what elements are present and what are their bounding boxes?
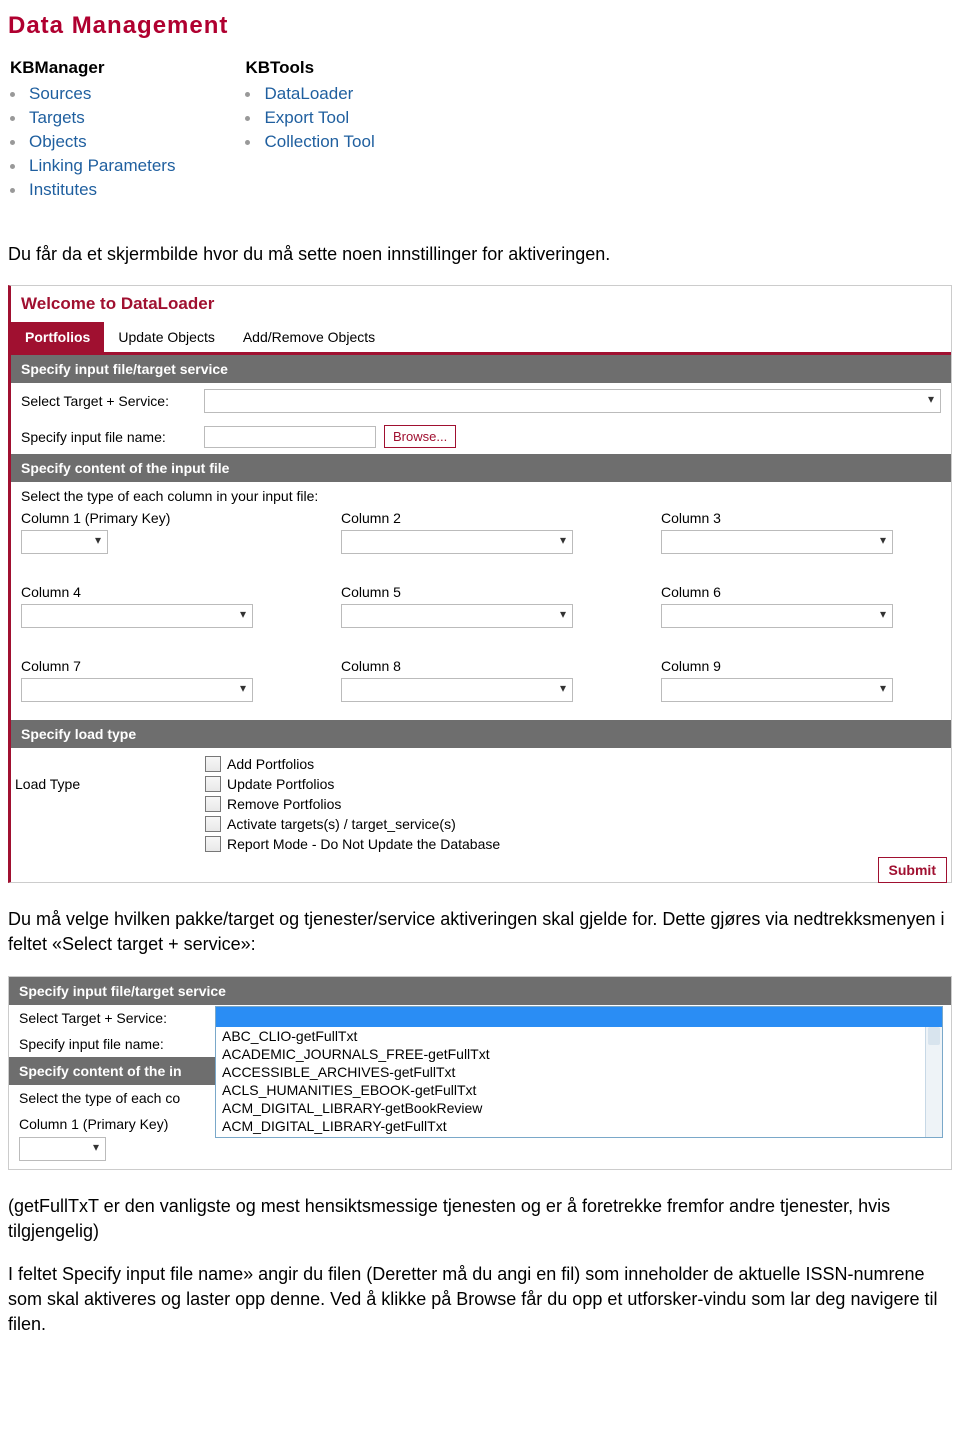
dd-item-acm-digital-library-bookreview[interactable]: ACM_DIGITAL_LIBRARY-getBookReview — [220, 1099, 924, 1117]
col7-select[interactable] — [21, 678, 253, 702]
nav-columns: KBManager Sources Targets Objects Linkin… — [10, 58, 952, 202]
dd-item-academic-journals-free[interactable]: ACADEMIC_JOURNALS_FREE-getFullTxt — [220, 1045, 924, 1063]
loadtype-options: Add Portfolios Update Portfolios Remove … — [205, 756, 500, 852]
chk-activate-targets[interactable] — [205, 816, 221, 832]
section-specify-input: Specify input file/target service — [11, 355, 951, 383]
col6-select[interactable] — [661, 604, 893, 628]
tab-update-objects[interactable]: Update Objects — [104, 322, 229, 352]
nav-link-targets[interactable]: Targets — [10, 106, 175, 130]
col6-label: Column 6 — [661, 584, 941, 600]
dropdown-selected-blank[interactable] — [216, 1007, 942, 1027]
p2-label-select-target: Select Target + Service: — [9, 1005, 215, 1031]
nav-col2-list: DataLoader Export Tool Collection Tool — [245, 82, 374, 154]
opt-report-mode: Report Mode - Do Not Update the Database — [227, 836, 500, 852]
loadtype-label: Load Type — [11, 756, 205, 792]
paragraph-4: I feltet Specify input file name» angir … — [8, 1262, 952, 1338]
nav-link-collection-tool[interactable]: Collection Tool — [245, 130, 374, 154]
submit-button[interactable]: Submit — [878, 857, 947, 883]
nav-link-institutes[interactable]: Institutes — [10, 178, 175, 202]
section-specify-content: Specify content of the input file — [11, 454, 951, 482]
paragraph-2: Du må velge hvilken pakke/target og tjen… — [8, 907, 952, 957]
label-specify-file: Specify input file name: — [21, 429, 196, 445]
chk-report-mode[interactable] — [205, 836, 221, 852]
nav-col1-list: Sources Targets Objects Linking Paramete… — [10, 82, 175, 202]
p2-section-input: Specify input file/target service — [9, 977, 951, 1005]
heading-data-management: Data Management — [8, 12, 952, 40]
dd-item-abc-clio[interactable]: ABC_CLIO-getFullTxt — [220, 1027, 924, 1045]
dd-item-acls-humanities-ebook[interactable]: ACLS_HUMANITIES_EBOOK-getFullTxt — [220, 1081, 924, 1099]
opt-activate-targets: Activate targets(s) / target_service(s) — [227, 816, 456, 832]
tab-portfolios[interactable]: Portfolios — [11, 322, 104, 352]
nav-col2-title: KBTools — [245, 58, 374, 78]
col5-label: Column 5 — [341, 584, 621, 600]
p2-label-specify-file: Specify input file name: — [9, 1031, 215, 1057]
nav-link-objects[interactable]: Objects — [10, 130, 175, 154]
paragraph-1: Du får da et skjermbilde hvor du må sett… — [8, 242, 952, 267]
nav-link-dataloader[interactable]: DataLoader — [245, 82, 374, 106]
dataloader-tabbar: Portfolios Update Objects Add/Remove Obj… — [11, 322, 951, 355]
chk-add-portfolios[interactable] — [205, 756, 221, 772]
target-service-dropdown-open[interactable]: ABC_CLIO-getFullTxt ACADEMIC_JOURNALS_FR… — [215, 1006, 943, 1138]
p2-col1-label: Column 1 (Primary Key) — [19, 1116, 168, 1132]
dd-item-acm-digital-library-fulltxt[interactable]: ACM_DIGITAL_LIBRARY-getFullTxt — [220, 1117, 924, 1135]
paragraph-3: (getFullTxT er den vanligste og mest hen… — [8, 1194, 952, 1244]
p2-cols-instr: Select the type of each co — [9, 1085, 215, 1111]
p2-section-content: Specify content of the in — [9, 1057, 215, 1085]
select-target-service[interactable] — [204, 389, 941, 413]
columns-grid: Column 1 (Primary Key) Column 2 Column 3… — [11, 506, 951, 720]
col1-label: Column 1 (Primary Key) — [21, 510, 301, 526]
dataloader-welcome: Welcome to DataLoader — [11, 286, 951, 322]
chk-update-portfolios[interactable] — [205, 776, 221, 792]
col5-select[interactable] — [341, 604, 573, 628]
col9-select[interactable] — [661, 678, 893, 702]
col3-select[interactable] — [661, 530, 893, 554]
dropdown-scrollbar[interactable] — [925, 1027, 942, 1137]
opt-remove-portfolios: Remove Portfolios — [227, 796, 341, 812]
dropdown-list: ABC_CLIO-getFullTxt ACADEMIC_JOURNALS_FR… — [216, 1027, 942, 1137]
label-select-target: Select Target + Service: — [21, 393, 196, 409]
col7-label: Column 7 — [21, 658, 301, 674]
dataloader-panel-dropdown-open: Specify input file/target service Select… — [8, 976, 952, 1170]
input-file-name[interactable] — [204, 426, 376, 448]
dd-item-accessible-archives[interactable]: ACCESSIBLE_ARCHIVES-getFullTxt — [220, 1063, 924, 1081]
col4-select[interactable] — [21, 604, 253, 628]
browse-button[interactable]: Browse... — [384, 425, 456, 448]
col4-label: Column 4 — [21, 584, 301, 600]
nav-col1-title: KBManager — [10, 58, 175, 78]
col3-label: Column 3 — [661, 510, 941, 526]
col8-select[interactable] — [341, 678, 573, 702]
col1-select[interactable] — [21, 530, 108, 554]
dataloader-panel: Welcome to DataLoader Portfolios Update … — [8, 285, 952, 883]
col2-select[interactable] — [341, 530, 573, 554]
opt-update-portfolios: Update Portfolios — [227, 776, 334, 792]
dropdown-scroll-thumb[interactable] — [928, 1027, 940, 1045]
tab-add-remove-objects[interactable]: Add/Remove Objects — [229, 322, 389, 352]
nav-link-export-tool[interactable]: Export Tool — [245, 106, 374, 130]
p2-col1-select[interactable] — [19, 1137, 106, 1161]
nav-link-linking-parameters[interactable]: Linking Parameters — [10, 154, 175, 178]
nav-link-sources[interactable]: Sources — [10, 82, 175, 106]
col9-label: Column 9 — [661, 658, 941, 674]
col8-label: Column 8 — [341, 658, 621, 674]
columns-instruction: Select the type of each column in your i… — [11, 482, 951, 506]
opt-add-portfolios: Add Portfolios — [227, 756, 314, 772]
col2-label: Column 2 — [341, 510, 621, 526]
section-specify-load-type: Specify load type — [11, 720, 951, 748]
chk-remove-portfolios[interactable] — [205, 796, 221, 812]
